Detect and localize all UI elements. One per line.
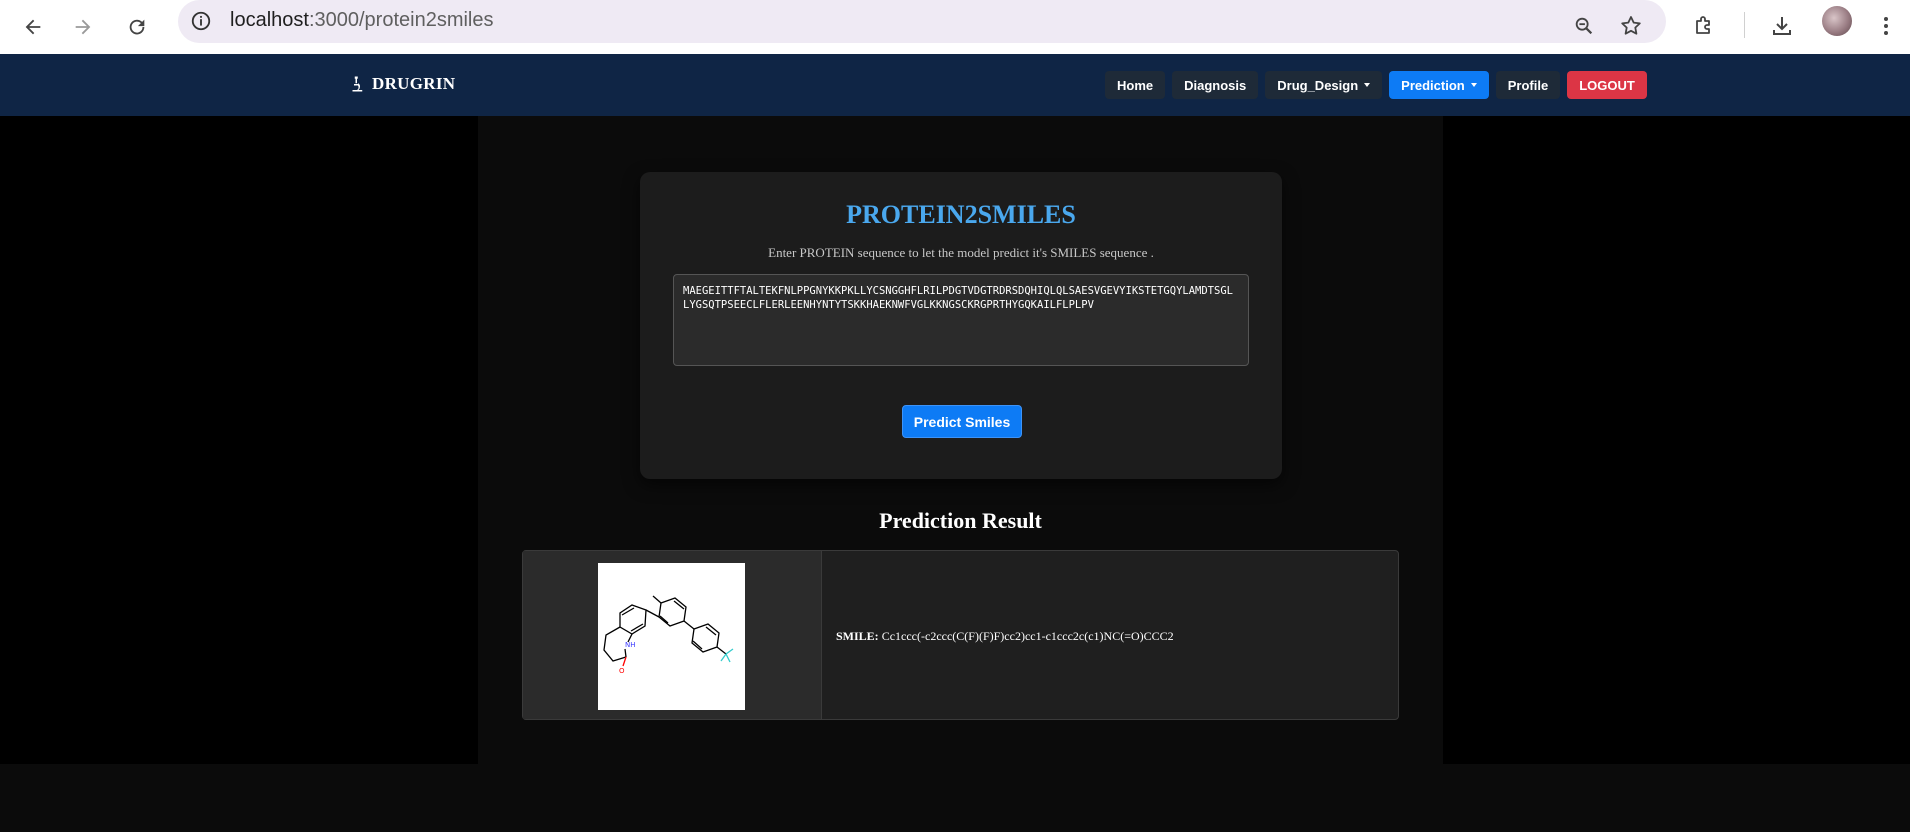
kebab-menu-icon[interactable] — [1868, 8, 1904, 44]
smile-label: SMILE: — [836, 629, 879, 643]
nav-profile-button[interactable]: Profile — [1495, 71, 1561, 99]
url-text[interactable]: localhost:3000/protein2smiles — [230, 9, 494, 32]
url-host: localhost — [230, 9, 309, 31]
arrow-right-icon — [75, 19, 91, 35]
result-title: Prediction Result — [879, 508, 1042, 533]
svg-text:O: O — [619, 667, 625, 675]
logout-label: LOGOUT — [1579, 77, 1635, 93]
app-navbar: DRUGRIN Home Diagnosis Drug_Design Predi… — [0, 54, 1910, 116]
nav-diagnosis-label: Diagnosis — [1184, 77, 1247, 93]
page-title: PROTEIN2SMILES — [846, 200, 1076, 229]
url-path: :3000/protein2smiles — [308, 9, 494, 31]
nav-drug-design-label: Drug_Design — [1277, 77, 1359, 93]
result-card: NH O SMILE: Cc1ccc(-c2ccc(C(F)(F)F)cc2)c… — [522, 550, 1399, 720]
site-info-icon[interactable] — [190, 10, 212, 37]
brand-name: DRUGRIN — [372, 74, 456, 93]
smile-result-text: SMILE: Cc1ccc(-c2ccc(C(F)(F)F)cc2)cc1-c1… — [836, 629, 1174, 644]
caret-down-icon — [1364, 83, 1371, 87]
right-background-panel — [1443, 116, 1910, 764]
protein-input-card: PROTEIN2SMILES Enter PROTEIN sequence to… — [640, 172, 1282, 479]
back-button[interactable] — [14, 8, 52, 46]
nav-home-button[interactable]: Home — [1105, 71, 1166, 99]
download-icon[interactable] — [1764, 8, 1800, 44]
brand-logo[interactable]: DRUGRIN — [348, 74, 455, 94]
nav-diagnosis-button[interactable]: Diagnosis — [1172, 71, 1259, 99]
browser-toolbar: localhost:3000/protein2smiles — [0, 0, 1910, 54]
molecule-structure-image: NH O — [598, 563, 745, 710]
toolbar-divider — [1744, 12, 1745, 38]
caret-down-icon — [1470, 83, 1477, 87]
svg-text:NH: NH — [625, 641, 636, 649]
protein-sequence-input[interactable]: MAEGEITTFTALTEKFNLPPGNYKKPKLLYCSNGGHFLRI… — [673, 274, 1249, 366]
page-subtitle: Enter PROTEIN sequence to let the model … — [768, 245, 1154, 260]
logout-button[interactable]: LOGOUT — [1567, 71, 1647, 99]
left-background-panel — [0, 116, 478, 764]
reload-icon — [129, 19, 145, 35]
zoom-icon[interactable] — [1566, 8, 1602, 44]
profile-avatar[interactable] — [1822, 6, 1852, 36]
predict-smiles-button[interactable]: Predict Smiles — [902, 405, 1022, 438]
nav-profile-label: Profile — [1507, 77, 1549, 93]
address-bar[interactable]: localhost:3000/protein2smiles — [178, 0, 1666, 43]
forward-button[interactable] — [64, 8, 102, 46]
bookmark-star-icon[interactable] — [1613, 8, 1649, 44]
nav-buttons: Home Diagnosis Drug_Design Prediction Pr… — [1105, 71, 1647, 99]
nav-prediction-label: Prediction — [1401, 77, 1465, 93]
arrow-left-icon — [25, 19, 41, 35]
molecule-image-cell: NH O — [523, 551, 822, 719]
smile-value: Cc1ccc(-c2ccc(C(F)(F)F)cc2)cc1-c1ccc2c(c… — [881, 629, 1174, 643]
nav-prediction-dropdown[interactable]: Prediction — [1389, 71, 1489, 99]
reload-button[interactable] — [118, 8, 156, 46]
extensions-icon[interactable] — [1686, 8, 1722, 44]
microscope-icon — [352, 76, 363, 92]
nav-drug-design-dropdown[interactable]: Drug_Design — [1265, 71, 1383, 99]
nav-home-label: Home — [1117, 77, 1154, 93]
